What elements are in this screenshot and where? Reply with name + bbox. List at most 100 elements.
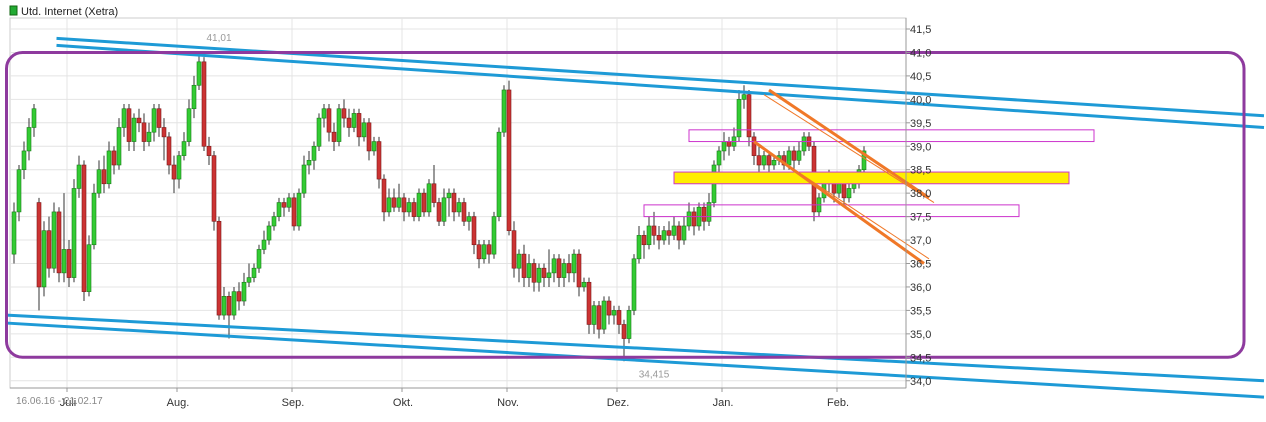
candle-body: [651, 225, 657, 236]
candle-body: [726, 141, 732, 147]
candle-body: [326, 108, 332, 133]
candle-body: [131, 117, 137, 142]
candle-body: [281, 202, 287, 208]
x-tick-label: Sep.: [282, 397, 305, 409]
y-tick-label: 40,5: [910, 71, 931, 83]
candle-body: [771, 160, 777, 166]
candle-body: [306, 160, 312, 166]
candle-body: [406, 202, 412, 213]
candle-body: [181, 141, 187, 156]
candle-body: [506, 89, 512, 231]
candle-body: [441, 197, 447, 222]
x-tick-label: Feb.: [827, 397, 849, 409]
candle-body: [291, 197, 297, 227]
candle-body: [151, 108, 157, 133]
candle-body: [456, 202, 462, 213]
candle-body: [791, 150, 797, 161]
x-tick-label: Dez.: [607, 397, 630, 409]
y-tick-label: 37,0: [910, 235, 931, 247]
candle-body: [746, 94, 752, 138]
candle-body: [436, 202, 442, 222]
candle-body: [121, 108, 127, 128]
candle-body: [686, 211, 692, 227]
candle-body: [851, 183, 857, 189]
candle-body: [716, 150, 722, 166]
candle-body: [751, 136, 757, 156]
candle-body: [11, 211, 17, 255]
y-tick-label: 35,0: [910, 329, 931, 341]
extreme-label: 34,415: [639, 369, 670, 380]
candle-body: [661, 230, 667, 241]
candle-body: [321, 108, 327, 119]
candle-body: [586, 281, 592, 325]
candle-body: [216, 220, 222, 316]
candle-body: [226, 296, 232, 316]
candle-body: [516, 253, 522, 269]
candle-body: [841, 183, 847, 199]
candle-body: [721, 141, 727, 152]
candle-body: [36, 202, 42, 288]
candle-body: [491, 216, 497, 255]
y-tick-label: 35,5: [910, 305, 931, 317]
candle-body: [296, 192, 302, 227]
candle-body: [361, 122, 367, 138]
candle-body: [511, 230, 517, 269]
candle-body: [566, 263, 572, 274]
candle-body: [106, 150, 112, 185]
y-tick-label: 34,0: [910, 376, 931, 388]
candle-body: [561, 263, 567, 278]
candle-body: [381, 178, 387, 213]
candle-body: [71, 188, 77, 278]
candle-body: [641, 235, 647, 246]
candle-body: [656, 235, 662, 241]
candle-body: [521, 253, 527, 278]
candle-body: [116, 127, 122, 166]
candle-body: [836, 183, 842, 194]
candle-body: [736, 99, 742, 138]
candle-body: [536, 267, 542, 283]
candle-body: [451, 192, 457, 213]
candle-body: [146, 131, 152, 142]
candle-body: [576, 253, 582, 288]
candle-body: [551, 258, 557, 274]
candle-body: [316, 117, 322, 147]
candle-body: [426, 183, 432, 213]
candle-body: [236, 291, 242, 302]
candle-body: [476, 244, 482, 260]
y-tick-label: 41,0: [910, 47, 931, 59]
y-tick-label: 36,0: [910, 282, 931, 294]
candle-body: [636, 235, 642, 260]
candle-body: [276, 202, 282, 217]
candle-body: [831, 183, 837, 194]
candle-body: [366, 122, 372, 152]
candle-body: [701, 206, 707, 222]
candle-body: [211, 155, 217, 222]
candle-body: [621, 324, 627, 339]
candle-body: [96, 169, 102, 194]
x-tick-label: Nov.: [497, 397, 519, 409]
candle-body: [421, 192, 427, 213]
candle-body: [676, 225, 682, 241]
candle-body: [156, 108, 162, 128]
candle-body: [461, 202, 467, 222]
candle-body: [616, 310, 622, 325]
candle-body: [606, 300, 612, 316]
candle-body: [31, 108, 37, 128]
extreme-label: 41,01: [206, 33, 231, 44]
x-tick-label: Jan.: [713, 397, 734, 409]
candle-body: [141, 122, 147, 142]
candle-body: [331, 131, 337, 142]
candle-body: [386, 197, 392, 213]
candle-body: [671, 225, 677, 236]
candle-body: [531, 263, 537, 283]
candle-body: [16, 169, 22, 213]
y-tick-label: 39,5: [910, 118, 931, 130]
candle-body: [796, 150, 802, 161]
candle-body: [111, 150, 117, 166]
candle-body: [336, 108, 342, 142]
candle-body: [41, 230, 47, 288]
candle-body: [631, 258, 637, 311]
legend: Utd. Internet (Xetra): [9, 5, 118, 18]
candle-body: [221, 296, 227, 316]
candle-body: [26, 127, 32, 152]
